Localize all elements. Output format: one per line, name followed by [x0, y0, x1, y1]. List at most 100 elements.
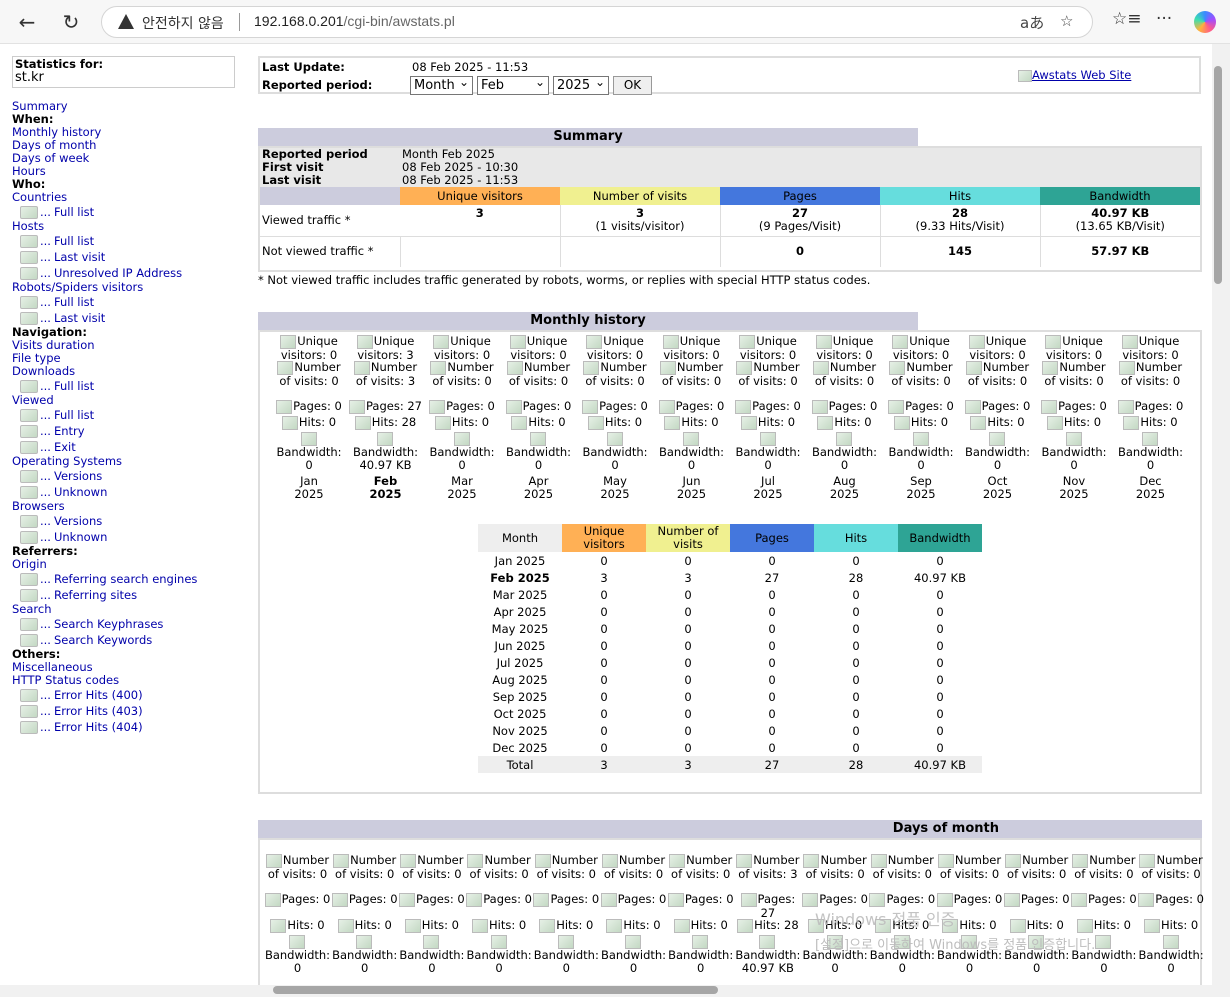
menu-days-of-week[interactable]: Days of week [12, 152, 242, 165]
month-label: May 2025 [577, 475, 653, 501]
day-bw-label: Bandwidth: 0 [533, 935, 600, 975]
month-nv-label: Number of visits: 0 [501, 361, 577, 388]
menu-viewed-exit[interactable]: ... Exit [12, 439, 242, 455]
month-pg-text: Pages: 0 [1134, 399, 1184, 413]
period-type-select[interactable]: Month [410, 74, 473, 95]
menu-browsers-unknown[interactable]: ... Unknown [12, 529, 242, 545]
menu-os-unknown-link[interactable]: Unknown [54, 485, 107, 499]
menu-err400-link[interactable]: Error Hits (400) [54, 688, 143, 702]
menu-hosts-last[interactable]: ... Last visit [12, 249, 242, 265]
menu-err404[interactable]: ... Error Hits (404) [12, 719, 242, 735]
menu-os-versions-link[interactable]: Versions [54, 469, 102, 483]
menu-hours[interactable]: Hours [12, 165, 242, 178]
day-pg-text: Pages: 0 [953, 892, 1003, 906]
broken-image-icon [289, 935, 305, 949]
vertical-scroll-thumb[interactable] [1214, 66, 1222, 284]
menu-viewed-entry[interactable]: ... Entry [12, 423, 242, 439]
menu-downloads[interactable]: Downloads [12, 365, 242, 378]
broken-image-icon [353, 361, 370, 375]
menu-os-unknown[interactable]: ... Unknown [12, 484, 242, 500]
menu-err400[interactable]: ... Error Hits (400) [12, 687, 242, 703]
menu-ref-sites-link[interactable]: Referring sites [54, 588, 137, 602]
menu-ref-sites[interactable]: ... Referring sites [12, 587, 242, 603]
address-bar[interactable]: ! 안전하지 않음 192.168.0.201/cgi-bin/awstats.… [101, 6, 1093, 38]
menu-viewed-exit-link[interactable]: Exit [54, 440, 76, 454]
table-row: Apr 2025 0 0 0 0 0 [478, 603, 982, 620]
menu-robots-last-link[interactable]: Last visit [54, 311, 105, 325]
menu-browsers[interactable]: Browsers [12, 500, 242, 513]
day-ht-label: Hits: 0 [1070, 919, 1137, 933]
copilot-icon[interactable] [1194, 11, 1216, 33]
broken-image-icon [1095, 935, 1112, 949]
reload-icon[interactable]: ↻ [56, 7, 86, 37]
menu-viewed-entry-link[interactable]: Entry [54, 424, 85, 438]
menu-browsers-versions[interactable]: ... Versions [12, 513, 242, 529]
menu-search-keywords[interactable]: ... Search Keywords [12, 632, 242, 648]
day-pg-label: Pages: 0 [869, 893, 936, 907]
favorites-list-icon[interactable]: ☆≡ [1112, 9, 1141, 29]
menu-http-status[interactable]: HTTP Status codes [12, 674, 242, 687]
read-aloud-icon[interactable]: aあ [1020, 12, 1044, 33]
month-nv-label: Number of visits: 0 [730, 361, 806, 388]
menu-countries-full[interactable]: ... Full list [12, 204, 242, 220]
month-pg-text: Pages: 0 [828, 399, 878, 413]
menu-downloads-full[interactable]: ... Full list [12, 378, 242, 394]
monthly-table: Month Unique visitors Number of visits P… [478, 524, 982, 773]
menu-viewed-full[interactable]: ... Full list [12, 407, 242, 423]
day-pg-text: Pages: 0 [281, 892, 331, 906]
menu-robots-full[interactable]: ... Full list [12, 294, 242, 310]
menu-os[interactable]: Operating Systems [12, 455, 242, 468]
day-ht-text: Hits: 0 [1093, 918, 1131, 932]
menu-hosts[interactable]: Hosts [12, 220, 242, 233]
menu-hosts-full-link[interactable]: Full list [54, 234, 94, 248]
menu-countries-full-link[interactable]: Full list [54, 205, 94, 219]
url-text[interactable]: 192.168.0.201/cgi-bin/awstats.pl [254, 13, 455, 29]
period-year-select[interactable]: 2025 [553, 74, 609, 95]
month-nv-label: Number of visits: 0 [883, 361, 959, 388]
month-uv-label: Unique visitors: 0 [960, 335, 1036, 362]
menu-search-keywords-link[interactable]: Search Keywords [54, 633, 152, 647]
mt-total-visits: 3 [646, 756, 730, 773]
broken-image-icon [490, 935, 507, 949]
menu-browsers-unknown-link[interactable]: Unknown [54, 530, 107, 544]
month-year: 2025 [753, 487, 783, 501]
ok-button[interactable]: OK [613, 76, 652, 95]
menu-search-keyphrases[interactable]: ... Search Keyphrases [12, 616, 242, 632]
horizontal-scroll-thumb[interactable] [273, 986, 718, 994]
menu-search[interactable]: Search [12, 603, 242, 616]
menu-hosts-last-link[interactable]: Last visit [54, 250, 105, 264]
day-ht-label: Hits: 0 [1138, 919, 1205, 933]
broken-image-icon [20, 704, 38, 718]
menu-err403[interactable]: ... Error Hits (403) [12, 703, 242, 719]
menu-ref-search-engines-link[interactable]: Referring search engines [54, 572, 197, 586]
day-nv-label: Number of visits: 0 [398, 854, 465, 881]
menu-ref-search-engines[interactable]: ... Referring search engines [12, 571, 242, 587]
awstats-web-site-link[interactable]: Awstats Web Site [1018, 68, 1131, 82]
menu-robots[interactable]: Robots/Spiders visitors [12, 281, 242, 294]
menu-viewed-full-link[interactable]: Full list [54, 408, 94, 422]
month-uv-label: Unique visitors: 0 [730, 335, 806, 362]
menu-os-versions[interactable]: ... Versions [12, 468, 242, 484]
mt-head-month: Month [478, 524, 562, 552]
period-month-select[interactable]: Feb [477, 74, 549, 95]
menu-browsers-versions-link[interactable]: Versions [54, 514, 102, 528]
menu-robots-full-link[interactable]: Full list [54, 295, 94, 309]
menu-viewed[interactable]: Viewed [12, 394, 242, 407]
menu-err404-link[interactable]: Error Hits (404) [54, 720, 143, 734]
menu-search-keyphrases-link[interactable]: Search Keyphrases [54, 617, 163, 631]
menu-hosts-full[interactable]: ... Full list [12, 233, 242, 249]
broken-image-icon [606, 919, 623, 933]
back-arrow-icon[interactable]: ← [12, 7, 42, 37]
menu-countries[interactable]: Countries [12, 191, 242, 204]
menu-err403-link[interactable]: Error Hits (403) [54, 704, 143, 718]
day-ht-label: Hits: 0 [398, 919, 465, 933]
favorite-star-icon[interactable]: ☆ [1060, 12, 1073, 30]
broken-image-icon [557, 935, 574, 949]
menu-downloads-full-link[interactable]: Full list [54, 379, 94, 393]
menu-origin[interactable]: Origin [12, 558, 242, 571]
day-bw-text: Bandwidth: 0 [600, 948, 667, 975]
menu-hosts-unresolved-link[interactable]: Unresolved IP Address [54, 266, 182, 280]
more-menu-icon[interactable]: ··· [1156, 9, 1172, 29]
menu-robots-last[interactable]: ... Last visit [12, 310, 242, 326]
menu-hosts-unresolved[interactable]: ... Unresolved IP Address [12, 265, 242, 281]
